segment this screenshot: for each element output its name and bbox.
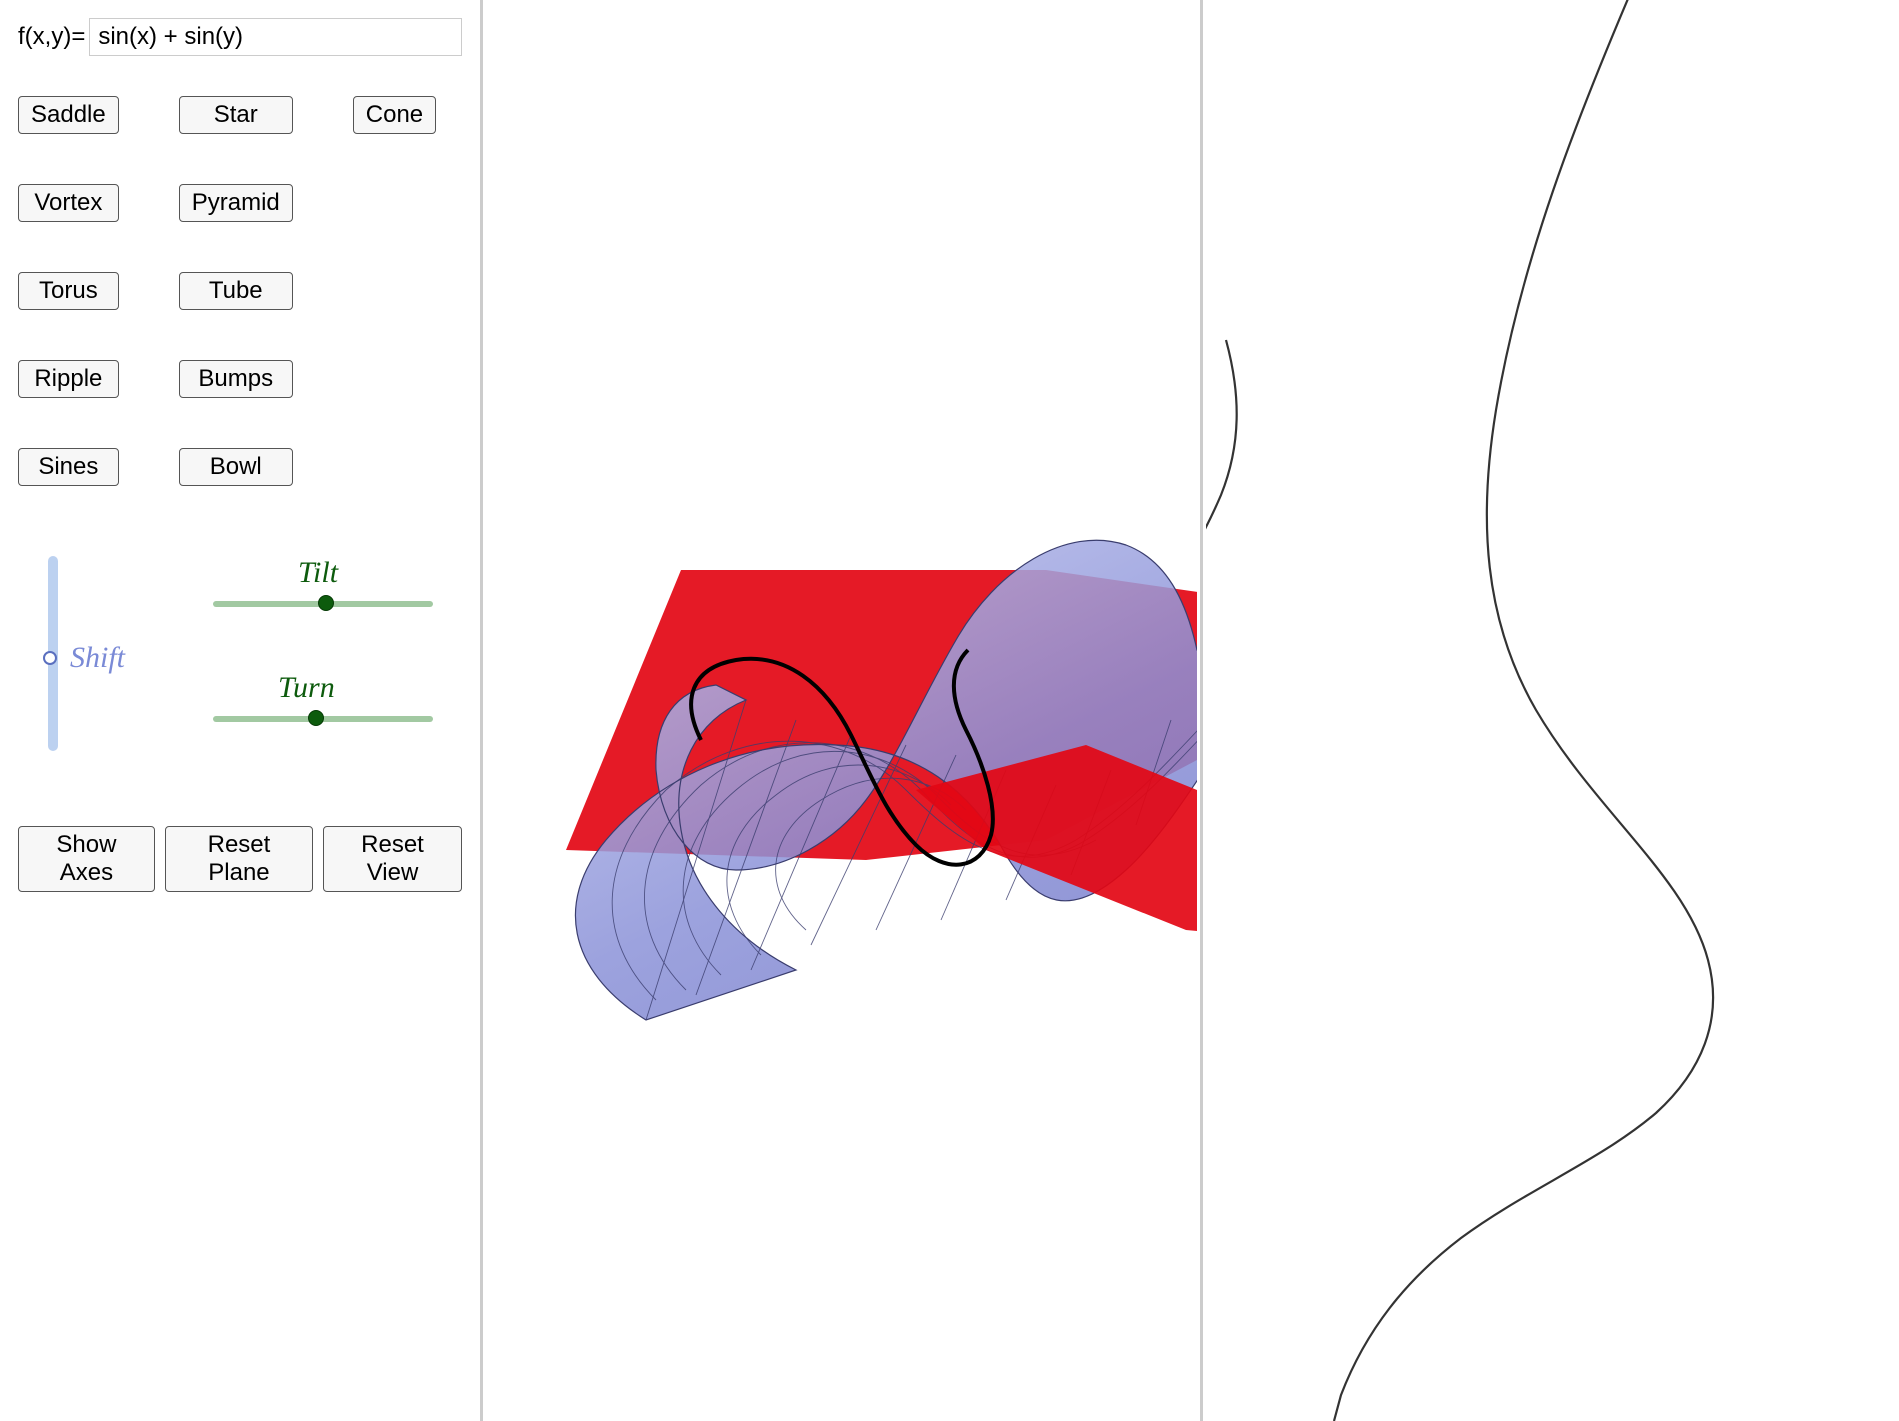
panel-divider-1[interactable] xyxy=(480,0,483,1421)
preset-sines-button[interactable]: Sines xyxy=(18,448,119,486)
viewport-2d[interactable] xyxy=(1206,0,1899,1421)
turn-slider-label: Turn xyxy=(278,671,335,705)
preset-buttons-grid: Saddle Star Cone Vortex Pyramid Torus Tu… xyxy=(18,96,462,486)
intersection-curve-main xyxy=(1334,0,1713,1421)
intersection-curve-plot xyxy=(1206,0,1899,1421)
formula-input[interactable] xyxy=(89,18,462,56)
preset-vortex-button[interactable]: Vortex xyxy=(18,184,119,222)
preset-pyramid-button[interactable]: Pyramid xyxy=(179,184,293,222)
shift-slider-label: Shift xyxy=(70,641,125,675)
turn-slider[interactable] xyxy=(213,716,433,722)
panel-divider-2[interactable] xyxy=(1200,0,1203,1421)
show-axes-button[interactable]: Show Axes xyxy=(18,826,155,892)
tilt-slider[interactable] xyxy=(213,601,433,607)
preset-bumps-button[interactable]: Bumps xyxy=(179,360,293,398)
actions-row: Show Axes Reset Plane Reset View xyxy=(18,826,462,892)
tilt-slider-label: Tilt xyxy=(298,556,338,590)
preset-cone-button[interactable]: Cone xyxy=(353,96,436,134)
preset-tube-button[interactable]: Tube xyxy=(179,272,293,310)
reset-plane-button[interactable]: Reset Plane xyxy=(165,826,313,892)
surface-plot-3d xyxy=(486,0,1197,1421)
preset-saddle-button[interactable]: Saddle xyxy=(18,96,119,134)
shift-slider-thumb[interactable] xyxy=(43,651,57,665)
tilt-slider-thumb[interactable] xyxy=(318,595,334,611)
preset-star-button[interactable]: Star xyxy=(179,96,293,134)
preset-bowl-button[interactable]: Bowl xyxy=(179,448,293,486)
shift-slider[interactable] xyxy=(48,556,58,751)
sliders-area: Shift Tilt Turn xyxy=(18,546,462,766)
reset-view-button[interactable]: Reset View xyxy=(323,826,462,892)
preset-ripple-button[interactable]: Ripple xyxy=(18,360,119,398)
turn-slider-thumb[interactable] xyxy=(308,710,324,726)
controls-panel: f(x,y)= Saddle Star Cone Vortex Pyramid … xyxy=(0,0,480,1421)
preset-torus-button[interactable]: Torus xyxy=(18,272,119,310)
formula-label: f(x,y)= xyxy=(18,23,85,51)
viewport-3d[interactable] xyxy=(486,0,1197,1421)
formula-row: f(x,y)= xyxy=(18,18,462,56)
intersection-curve-left xyxy=(1206,340,1237,570)
